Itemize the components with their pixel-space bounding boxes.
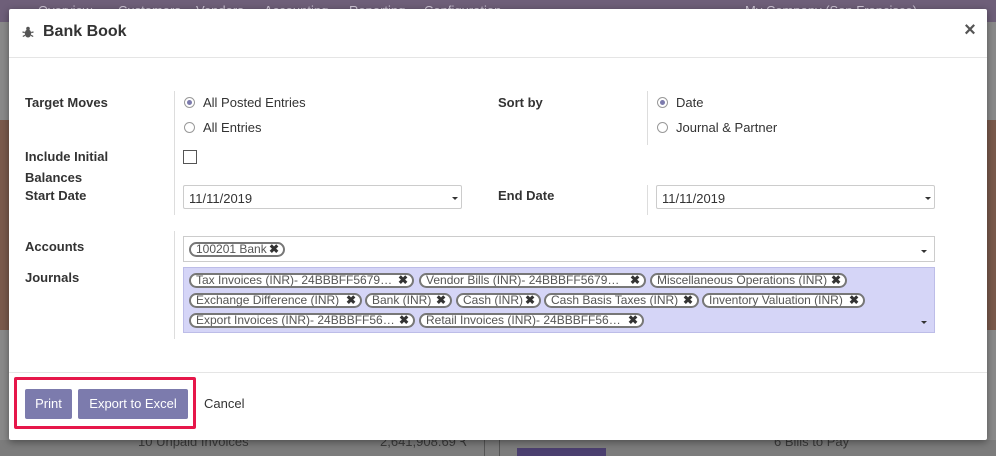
caret-down-icon: [925, 197, 931, 200]
start-date-label: Start Date: [25, 188, 87, 203]
start-date-value: 11/11/2019: [189, 191, 253, 206]
remove-tag-icon[interactable]: ✖: [269, 244, 279, 255]
journals-label: Journals: [25, 270, 80, 285]
target-moves-label: Target Moves: [25, 95, 108, 110]
bank-book-dialog: Bank Book × Target Moves All Posted Entr…: [9, 9, 987, 440]
accounts-field[interactable]: 100201 Bank ✖: [183, 236, 935, 262]
remove-tag-icon[interactable]: ✖: [849, 295, 859, 306]
remove-tag-icon[interactable]: ✖: [628, 315, 638, 326]
account-tag: 100201 Bank ✖: [189, 242, 285, 257]
journal-tag: Export Invoices (INR)- 24BBBFF56… ✖: [189, 313, 415, 328]
caret-down-icon: [452, 197, 458, 200]
radio-all-posted-entries[interactable]: All Posted Entries: [184, 93, 306, 111]
field-divider: [174, 91, 175, 149]
label-line: Include Initial: [25, 149, 109, 164]
dialog-title: Bank Book: [43, 23, 127, 40]
close-button[interactable]: ×: [961, 19, 979, 41]
journal-tag: Retail Invoices (INR)- 24BBBFF56… ✖: [419, 313, 644, 328]
caret-down-icon: [921, 321, 927, 324]
remove-tag-icon[interactable]: ✖: [346, 295, 356, 306]
background-left-strip: [0, 22, 9, 456]
radio-label: Journal & Partner: [676, 119, 778, 135]
end-date-input[interactable]: 11/11/2019: [656, 185, 935, 209]
journal-tag: Tax Invoices (INR)- 24BBBFF5679… ✖: [189, 273, 414, 288]
cancel-button[interactable]: Cancel: [204, 396, 244, 411]
journal-tag: Inventory Valuation (INR) ✖: [702, 293, 865, 308]
remove-tag-icon[interactable]: ✖: [399, 315, 409, 326]
radio-label: All Entries: [203, 119, 262, 135]
radio-button-icon: [657, 121, 668, 133]
highlight-annotation: [14, 377, 196, 429]
journals-field[interactable]: Tax Invoices (INR)- 24BBBFF5679… ✖ Vendor…: [183, 267, 935, 333]
radio-sort-journal-partner[interactable]: Journal & Partner: [657, 118, 777, 136]
journal-tag: Miscellaneous Operations (INR) ✖: [650, 273, 847, 288]
end-date-value: 11/11/2019: [662, 191, 726, 206]
journal-tag: Exchange Difference (INR) ✖: [189, 293, 362, 308]
field-divider: [647, 185, 648, 215]
radio-button-icon: [657, 96, 668, 108]
field-divider: [647, 91, 648, 145]
field-divider: [174, 149, 175, 185]
radio-label: Date: [676, 94, 704, 110]
background-right-strip: [987, 22, 996, 456]
label-line: Balances: [25, 170, 83, 185]
footer-divider: [9, 372, 987, 373]
include-initial-balances-label: Include Initial Balances: [25, 149, 108, 185]
background-bottom-strip: 10 Unpaid Invoices 2,641,908.69 ₹ 6 Bill…: [0, 434, 996, 456]
journal-tag: Cash Basis Taxes (INR) ✖: [544, 293, 699, 308]
accounts-label: Accounts: [25, 239, 85, 254]
radio-label: All Posted Entries: [203, 94, 306, 110]
radio-button-icon: [184, 96, 195, 108]
remove-tag-icon[interactable]: ✖: [525, 295, 535, 306]
remove-tag-icon[interactable]: ✖: [831, 275, 841, 286]
radio-all-entries[interactable]: All Entries: [184, 118, 262, 136]
include-initial-balances-checkbox[interactable]: [183, 150, 197, 164]
sort-by-label: Sort by: [498, 95, 543, 110]
journal-tag: Vendor Bills (INR)- 24BBBFF5679… ✖: [419, 273, 646, 288]
radio-button-icon: [184, 121, 195, 133]
remove-tag-icon[interactable]: ✖: [436, 295, 446, 306]
remove-tag-icon[interactable]: ✖: [398, 275, 408, 286]
remove-tag-icon[interactable]: ✖: [683, 295, 693, 306]
end-date-label: End Date: [498, 188, 555, 203]
journal-tag: Bank (INR) ✖: [365, 293, 452, 308]
caret-down-icon: [921, 250, 927, 253]
radio-sort-date[interactable]: Date: [657, 93, 703, 111]
bug-icon: [22, 26, 34, 38]
journal-tag: Cash (INR) ✖: [456, 293, 541, 308]
remove-tag-icon[interactable]: ✖: [630, 275, 640, 286]
field-divider: [174, 231, 175, 339]
dialog-header: Bank Book ×: [9, 9, 987, 58]
field-divider: [174, 185, 175, 215]
start-date-input[interactable]: 11/11/2019: [183, 185, 462, 209]
